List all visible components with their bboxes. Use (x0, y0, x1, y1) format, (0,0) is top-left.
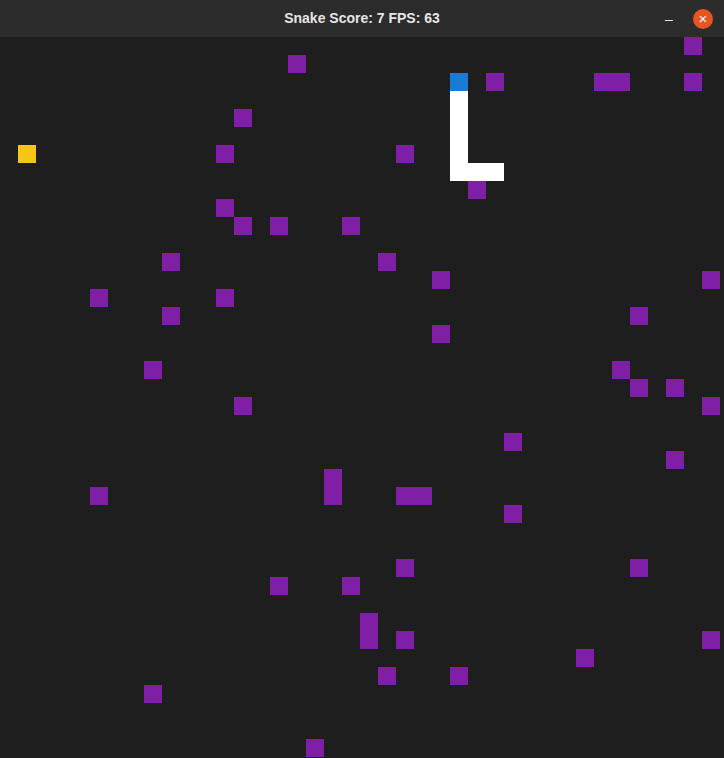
obstacle (504, 505, 522, 523)
obstacle (414, 487, 432, 505)
obstacle (234, 109, 252, 127)
obstacle (486, 73, 504, 91)
obstacle (612, 361, 630, 379)
snake-body (486, 163, 504, 181)
obstacle (702, 271, 720, 289)
obstacle (216, 145, 234, 163)
obstacle (216, 289, 234, 307)
window-title: Snake Score: 7 FPS: 63 (284, 8, 440, 29)
obstacle (288, 55, 306, 73)
obstacle (144, 685, 162, 703)
food (18, 145, 36, 163)
obstacle (702, 397, 720, 415)
obstacle (360, 631, 378, 649)
obstacle (306, 739, 324, 757)
snake-body (450, 163, 468, 181)
obstacle (432, 271, 450, 289)
snake-body (450, 145, 468, 163)
obstacle (324, 469, 342, 487)
obstacle (324, 487, 342, 505)
obstacle (342, 217, 360, 235)
obstacle (234, 217, 252, 235)
obstacle (684, 73, 702, 91)
obstacle (612, 73, 630, 91)
obstacle (702, 631, 720, 649)
obstacle (666, 379, 684, 397)
obstacle (396, 559, 414, 577)
obstacle (432, 325, 450, 343)
obstacle (162, 307, 180, 325)
obstacle (396, 487, 414, 505)
obstacle (468, 181, 486, 199)
obstacle (666, 451, 684, 469)
snake-body (468, 163, 486, 181)
obstacle (684, 37, 702, 55)
obstacle (234, 397, 252, 415)
obstacle (450, 667, 468, 685)
snake-body (450, 109, 468, 127)
obstacle (630, 307, 648, 325)
obstacle (270, 217, 288, 235)
obstacle (162, 253, 180, 271)
game-board (0, 37, 724, 758)
obstacle (378, 253, 396, 271)
minimize-button[interactable]: – (659, 9, 679, 29)
snake-head (450, 73, 468, 91)
obstacle (360, 613, 378, 631)
obstacle (504, 433, 522, 451)
obstacle (630, 379, 648, 397)
obstacle (396, 631, 414, 649)
obstacle (396, 145, 414, 163)
obstacle (576, 649, 594, 667)
title-bar: Snake Score: 7 FPS: 63 –× (0, 0, 724, 37)
obstacle (630, 559, 648, 577)
obstacle (342, 577, 360, 595)
close-button[interactable]: × (693, 9, 713, 29)
obstacle (270, 577, 288, 595)
obstacle (216, 199, 234, 217)
obstacle (90, 487, 108, 505)
snake-body (450, 91, 468, 109)
snake-body (450, 127, 468, 145)
obstacle (90, 289, 108, 307)
obstacle (378, 667, 396, 685)
obstacle (144, 361, 162, 379)
obstacle (594, 73, 612, 91)
app-window: Snake Score: 7 FPS: 63 –× (0, 0, 724, 758)
